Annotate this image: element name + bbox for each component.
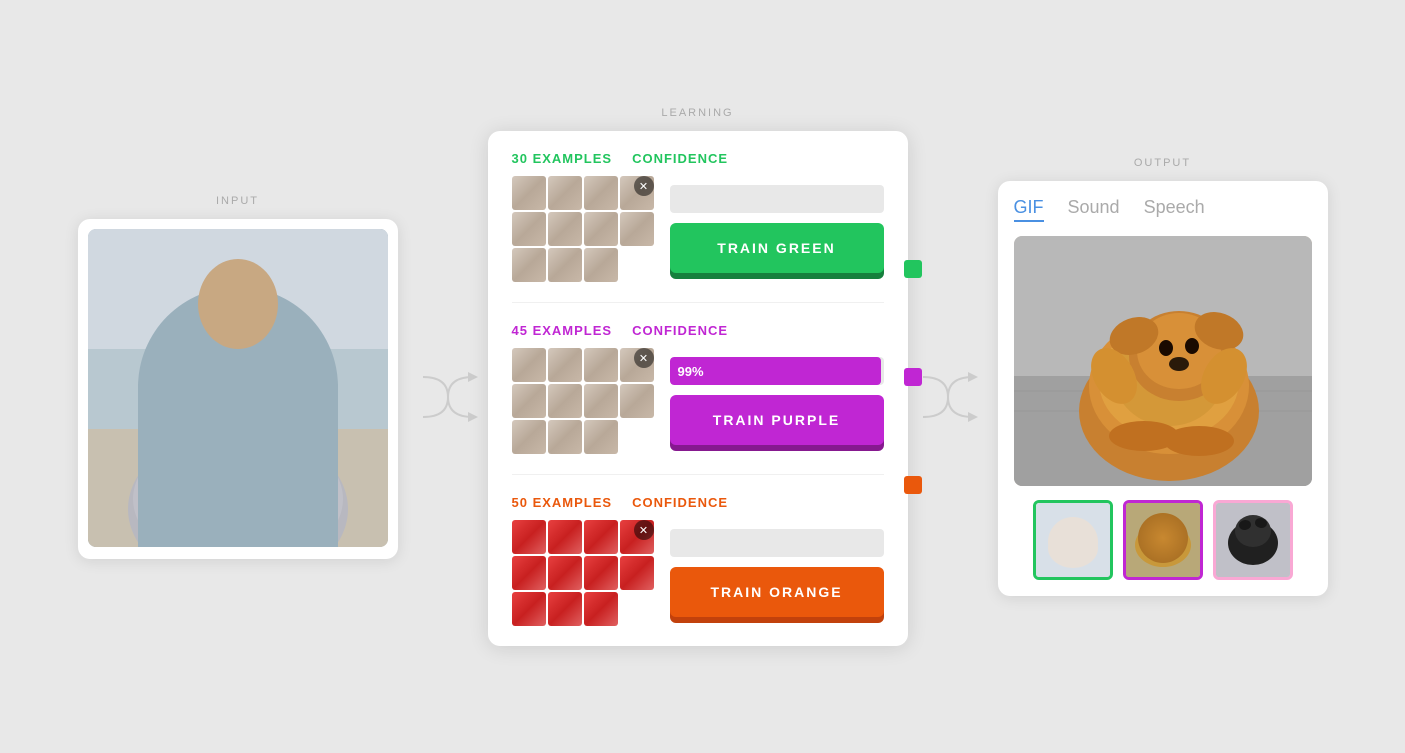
learning-label: LEARNING [661, 107, 733, 119]
delete-btn-orange[interactable]: ✕ [634, 520, 654, 540]
main-container: INPUT [0, 0, 1405, 753]
output-tabs: GIF Sound Speech [1014, 197, 1312, 222]
thumb1-svg [1036, 503, 1110, 577]
thumb [584, 176, 618, 210]
confidence-label-green: CONFIDENCE [632, 151, 728, 166]
input-card [78, 219, 398, 559]
thumb [584, 248, 618, 282]
input-to-learning-arrow [418, 357, 478, 437]
indicator-orange [904, 476, 922, 494]
examples-count-orange: 50 EXAMPLES [512, 495, 613, 510]
train-btn-purple[interactable]: TRAIN PURPLE [670, 395, 884, 445]
thumb [548, 348, 582, 382]
tab-sound[interactable]: Sound [1068, 197, 1120, 222]
thumb [512, 248, 546, 282]
examples-count-purple: 45 EXAMPLES [512, 323, 613, 338]
person-image [88, 229, 388, 547]
output-thumb-2[interactable] [1123, 500, 1203, 580]
thumb-image-3 [1216, 503, 1290, 577]
thumb [584, 212, 618, 246]
learning-card: 30 EXAMPLES CONFIDENCE ✕ [488, 131, 908, 646]
thumb [548, 248, 582, 282]
output-thumbnails [1014, 500, 1312, 580]
thumbnails-grid-green: ✕ [512, 176, 654, 282]
output-thumb-1[interactable] [1033, 500, 1113, 580]
class-indicators [904, 260, 922, 494]
output-section: OUTPUT GIF Sound Speech [998, 157, 1328, 596]
train-btn-orange[interactable]: TRAIN ORANGE [670, 567, 884, 617]
class-content-orange: ✕ TRAIN ORANGE [512, 520, 884, 626]
thumb [584, 420, 618, 454]
indicator-purple [904, 368, 922, 386]
class-row-green: 30 EXAMPLES CONFIDENCE ✕ [512, 151, 884, 303]
thumb [548, 420, 582, 454]
output-label: OUTPUT [1134, 157, 1191, 169]
thumb [620, 556, 654, 590]
thumb [512, 420, 546, 454]
thumb [584, 520, 618, 554]
train-btn-green[interactable]: TRAIN GREEN [670, 223, 884, 273]
input-section: INPUT [78, 195, 398, 559]
thumb [512, 556, 546, 590]
thumb [584, 348, 618, 382]
thumb [584, 556, 618, 590]
learning-section: LEARNING 30 EXAMPLES CONFIDENCE ✕ [488, 107, 908, 646]
thumb [548, 520, 582, 554]
thumbnails-grid-orange: ✕ [512, 520, 654, 626]
confidence-train-orange: TRAIN ORANGE [670, 529, 884, 617]
class-header-green: 30 EXAMPLES CONFIDENCE [512, 151, 884, 166]
confidence-label-purple: CONFIDENCE [632, 323, 728, 338]
learning-to-output-arrow [918, 357, 978, 437]
confidence-train-purple: 99% TRAIN PURPLE [670, 357, 884, 445]
thumb [548, 212, 582, 246]
dog-gif-svg [1014, 236, 1312, 486]
examples-count-green: 30 EXAMPLES [512, 151, 613, 166]
class-content-green: ✕ TRAIN GREEN [512, 176, 884, 282]
thumb [548, 556, 582, 590]
thumb2-svg [1126, 503, 1200, 577]
class-header-orange: 50 EXAMPLES CONFIDENCE [512, 495, 884, 510]
thumb [512, 520, 546, 554]
confidence-bar-container-green [670, 185, 884, 213]
indicator-green [904, 260, 922, 278]
thumb [512, 384, 546, 418]
confidence-bar-green [670, 185, 678, 213]
confidence-bar-container-orange [670, 529, 884, 557]
confidence-bar-orange [670, 529, 678, 557]
output-thumb-3[interactable] [1213, 500, 1293, 580]
thumb [548, 384, 582, 418]
thumb [512, 212, 546, 246]
confidence-train-green: TRAIN GREEN [670, 185, 884, 273]
thumb [584, 384, 618, 418]
thumb3-svg [1216, 503, 1290, 577]
thumb-image-1 [1036, 503, 1110, 577]
thumb [548, 592, 582, 626]
thumb [512, 176, 546, 210]
class-header-purple: 45 EXAMPLES CONFIDENCE [512, 323, 884, 338]
thumb [584, 592, 618, 626]
class-row-orange: 50 EXAMPLES CONFIDENCE ✕ [512, 495, 884, 626]
thumb [620, 384, 654, 418]
thumbnails-grid-purple: ✕ [512, 348, 654, 454]
tab-gif[interactable]: GIF [1014, 197, 1044, 222]
confidence-bar-purple: 99% [670, 357, 882, 385]
thumb-image-2 [1126, 503, 1200, 577]
person-svg [88, 229, 388, 547]
input-label: INPUT [216, 195, 259, 207]
delete-btn-purple[interactable]: ✕ [634, 348, 654, 368]
delete-btn-green[interactable]: ✕ [634, 176, 654, 196]
confidence-label-orange: CONFIDENCE [632, 495, 728, 510]
thumb [548, 176, 582, 210]
thumb [512, 592, 546, 626]
tab-speech[interactable]: Speech [1144, 197, 1205, 222]
class-row-purple: 45 EXAMPLES CONFIDENCE ✕ [512, 323, 884, 475]
thumb [620, 212, 654, 246]
output-card: GIF Sound Speech [998, 181, 1328, 596]
connector-left [418, 357, 478, 437]
output-main-image [1014, 236, 1312, 486]
class-content-purple: ✕ 99% TRAIN PURPLE [512, 348, 884, 454]
confidence-bar-container-purple: 99% [670, 357, 884, 385]
thumb [512, 348, 546, 382]
connector-right [918, 357, 978, 437]
